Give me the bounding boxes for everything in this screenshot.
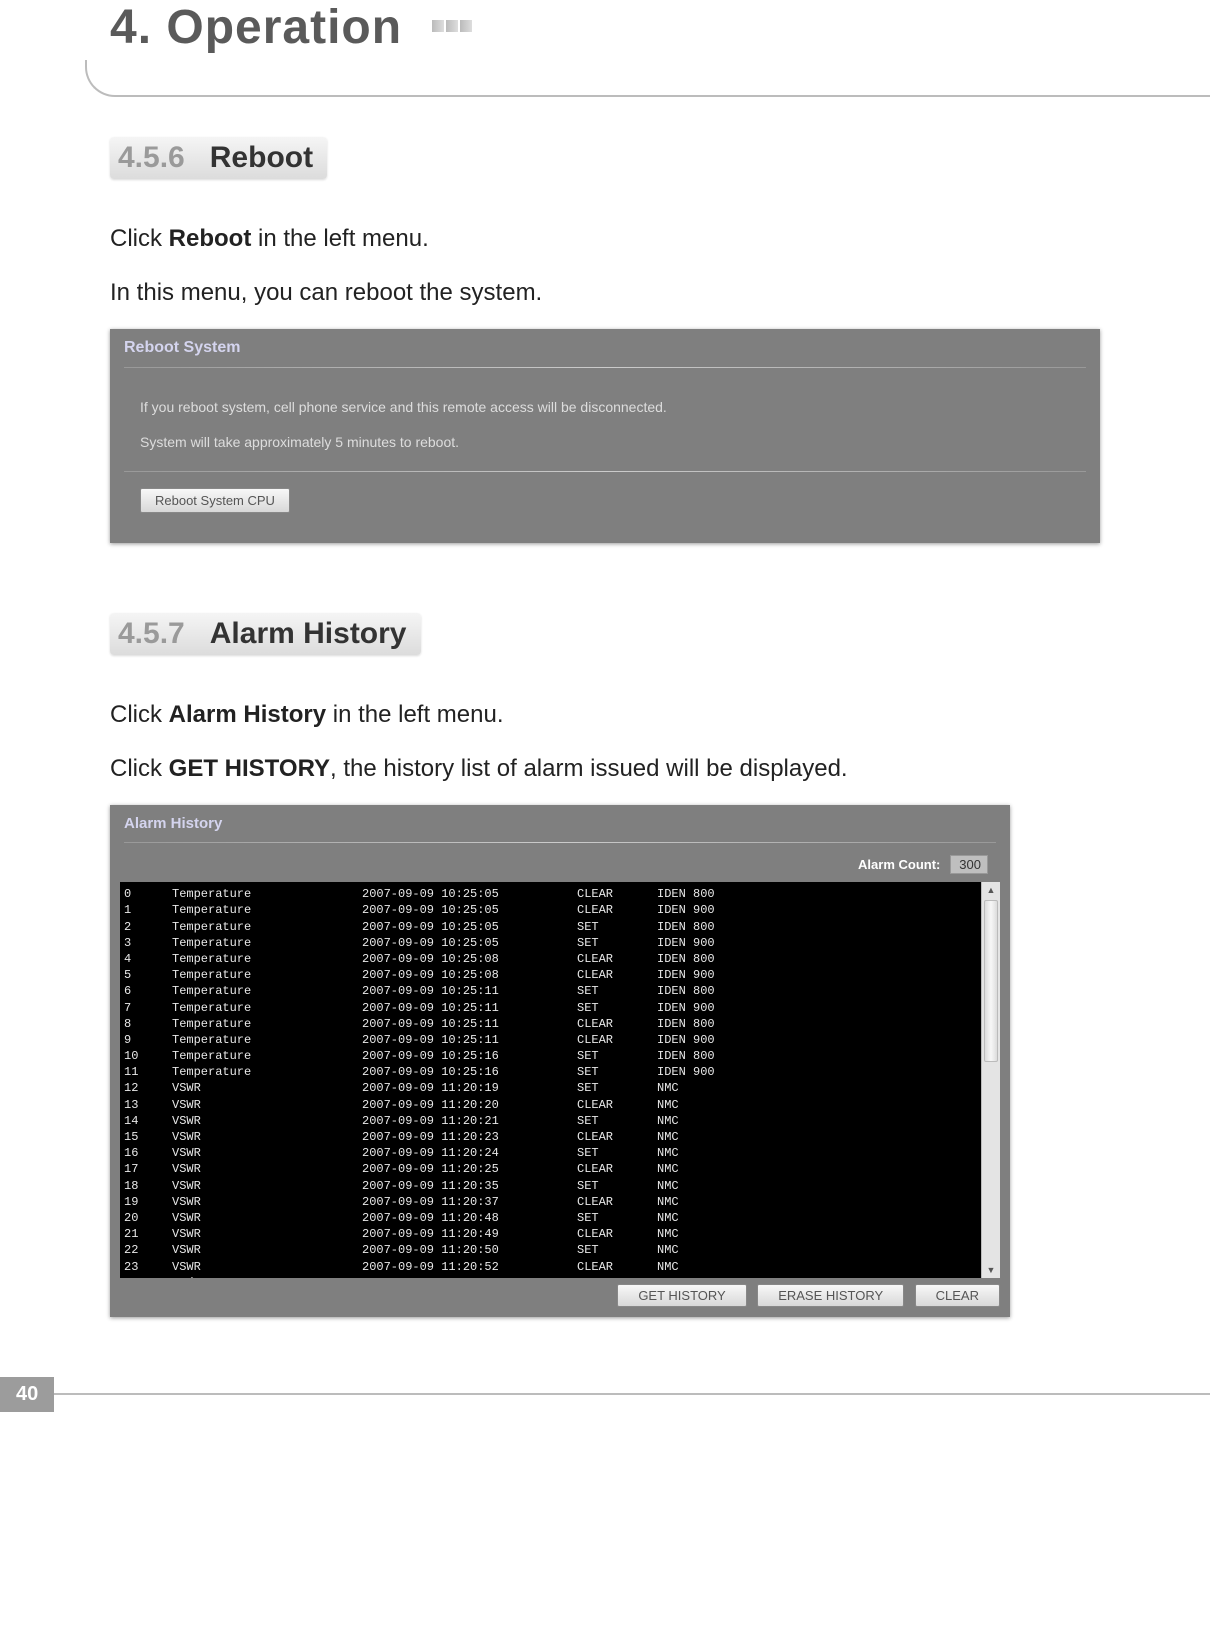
section-heading-reboot: 4.5.6 Reboot bbox=[110, 137, 327, 179]
footer-divider bbox=[54, 1393, 1210, 1412]
section-name: Alarm History bbox=[210, 617, 407, 650]
page-number: 40 bbox=[0, 1377, 54, 1412]
chapter-title: 4. Operation bbox=[110, 0, 402, 55]
table-row: 3Temperature2007-09-09 10:25:05SETIDEN 9… bbox=[124, 935, 977, 951]
table-row: 1Temperature2007-09-09 10:25:05CLEARIDEN… bbox=[124, 902, 977, 918]
header-divider bbox=[85, 60, 1210, 97]
alarm-count-value: 300 bbox=[950, 855, 988, 874]
section-number: 4.5.6 bbox=[118, 141, 185, 174]
erase-history-button[interactable]: ERASE HISTORY bbox=[757, 1284, 904, 1307]
alarm-panel-title: Alarm History bbox=[110, 805, 1010, 836]
table-row: 24Under Current2007-09-09 11:21:07SETNMC bbox=[124, 1275, 977, 1279]
table-row: 0Temperature2007-09-09 10:25:05CLEARIDEN… bbox=[124, 886, 977, 902]
scrollbar[interactable]: ▲ ▼ bbox=[981, 882, 1000, 1278]
reboot-warning-2: System will take approximately 5 minutes… bbox=[140, 429, 1070, 456]
table-row: 17VSWR2007-09-09 11:20:25CLEARNMC bbox=[124, 1161, 977, 1177]
table-row: 9Temperature2007-09-09 10:25:11CLEARIDEN… bbox=[124, 1032, 977, 1048]
table-row: 10Temperature2007-09-09 10:25:16SETIDEN … bbox=[124, 1048, 977, 1064]
divider bbox=[124, 471, 1086, 472]
table-row: 21VSWR2007-09-09 11:20:49CLEARNMC bbox=[124, 1226, 977, 1242]
section-name: Reboot bbox=[210, 141, 313, 174]
table-row: 7Temperature2007-09-09 10:25:11SETIDEN 9… bbox=[124, 1000, 977, 1016]
table-row: 22VSWR2007-09-09 11:20:50SETNMC bbox=[124, 1242, 977, 1258]
alarm-desc: Click GET HISTORY, the history list of a… bbox=[110, 751, 1100, 787]
reboot-intro: Click Reboot in the left menu. bbox=[110, 221, 1100, 257]
table-row: 20VSWR2007-09-09 11:20:48SETNMC bbox=[124, 1210, 977, 1226]
table-row: 13VSWR2007-09-09 11:20:20CLEARNMC bbox=[124, 1097, 977, 1113]
divider bbox=[124, 367, 1086, 368]
table-row: 2Temperature2007-09-09 10:25:05SETIDEN 8… bbox=[124, 919, 977, 935]
reboot-system-cpu-button[interactable]: Reboot System CPU bbox=[140, 488, 290, 513]
get-history-button[interactable]: GET HISTORY bbox=[617, 1284, 746, 1307]
table-row: 23VSWR2007-09-09 11:20:52CLEARNMC bbox=[124, 1259, 977, 1275]
scroll-up-icon[interactable]: ▲ bbox=[982, 882, 1000, 898]
section-heading-alarm-history: 4.5.7 Alarm History bbox=[110, 613, 421, 655]
reboot-desc: In this menu, you can reboot the system. bbox=[110, 275, 1100, 311]
reboot-warning-1: If you reboot system, cell phone service… bbox=[140, 394, 1070, 421]
decorative-chevrons bbox=[432, 19, 474, 37]
table-row: 16VSWR2007-09-09 11:20:24SETNMC bbox=[124, 1145, 977, 1161]
clear-button[interactable]: CLEAR bbox=[915, 1284, 1000, 1307]
table-row: 11Temperature2007-09-09 10:25:16SETIDEN … bbox=[124, 1064, 977, 1080]
table-row: 14VSWR2007-09-09 11:20:21SETNMC bbox=[124, 1113, 977, 1129]
table-row: 18VSWR2007-09-09 11:20:35SETNMC bbox=[124, 1178, 977, 1194]
table-row: 19VSWR2007-09-09 11:20:37CLEARNMC bbox=[124, 1194, 977, 1210]
scroll-down-icon[interactable]: ▼ bbox=[982, 1262, 1000, 1278]
divider bbox=[124, 842, 996, 843]
alarm-history-list[interactable]: 0Temperature2007-09-09 10:25:05CLEARIDEN… bbox=[120, 882, 981, 1278]
section-number: 4.5.7 bbox=[118, 617, 185, 650]
table-row: 12VSWR2007-09-09 11:20:19SETNMC bbox=[124, 1080, 977, 1096]
table-row: 4Temperature2007-09-09 10:25:08CLEARIDEN… bbox=[124, 951, 977, 967]
scroll-thumb[interactable] bbox=[984, 900, 998, 1062]
alarm-history-panel: Alarm History Alarm Count: 300 0Temperat… bbox=[110, 805, 1010, 1317]
table-row: 6Temperature2007-09-09 10:25:11SETIDEN 8… bbox=[124, 983, 977, 999]
reboot-system-panel: Reboot System If you reboot system, cell… bbox=[110, 329, 1100, 543]
table-row: 5Temperature2007-09-09 10:25:08CLEARIDEN… bbox=[124, 967, 977, 983]
table-row: 15VSWR2007-09-09 11:20:23CLEARNMC bbox=[124, 1129, 977, 1145]
alarm-count-label: Alarm Count: bbox=[858, 857, 940, 872]
alarm-intro: Click Alarm History in the left menu. bbox=[110, 697, 1100, 733]
reboot-panel-title: Reboot System bbox=[110, 329, 1100, 361]
table-row: 8Temperature2007-09-09 10:25:11CLEARIDEN… bbox=[124, 1016, 977, 1032]
